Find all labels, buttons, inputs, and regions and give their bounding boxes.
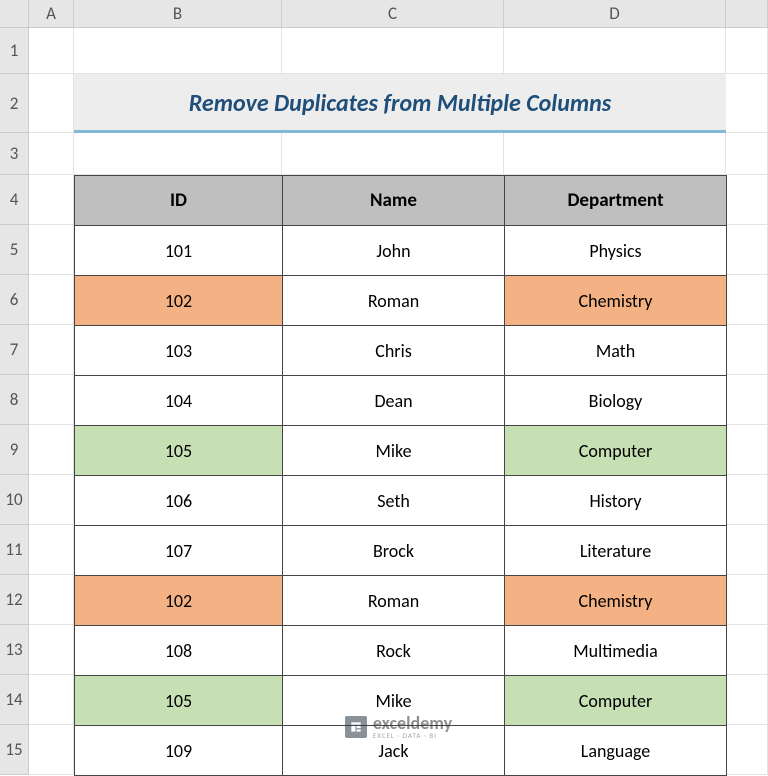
table-row: 103ChrisMath <box>75 326 727 376</box>
row-header[interactable]: 9 <box>0 425 29 475</box>
cell-name[interactable]: Roman <box>283 576 505 626</box>
table-row: 109JackLanguage <box>75 726 727 776</box>
table-header-name: Name <box>283 176 505 226</box>
cell-dept[interactable]: Computer <box>505 676 727 726</box>
row-header[interactable]: 14 <box>0 675 29 725</box>
table-row: 106SethHistory <box>75 476 727 526</box>
column-header[interactable]: B <box>74 0 282 28</box>
cell-name[interactable]: Mike <box>283 426 505 476</box>
cell-id[interactable]: 101 <box>75 226 283 276</box>
row-header[interactable]: 8 <box>0 375 29 425</box>
column-headers: ABCD <box>29 0 768 28</box>
row-header[interactable]: 12 <box>0 575 29 625</box>
cell-dept[interactable]: Literature <box>505 526 727 576</box>
row-header[interactable]: 3 <box>0 133 29 175</box>
row-header[interactable]: 5 <box>0 225 29 275</box>
cell-dept[interactable]: Chemistry <box>505 576 727 626</box>
data-table: IDNameDepartment101JohnPhysics102RomanCh… <box>74 175 727 776</box>
row-header[interactable]: 2 <box>0 74 29 133</box>
column-header[interactable]: C <box>282 0 504 28</box>
cell-dept[interactable]: Language <box>505 726 727 776</box>
page-title: Remove Duplicates from Multiple Columns <box>74 74 726 133</box>
cell-name[interactable]: John <box>283 226 505 276</box>
cell-dept[interactable]: Multimedia <box>505 626 727 676</box>
row-header[interactable]: 13 <box>0 625 29 675</box>
row-header[interactable]: 4 <box>0 175 29 225</box>
cell-id[interactable]: 105 <box>75 676 283 726</box>
table-row: 105MikeComputer <box>75 426 727 476</box>
table-row: 101JohnPhysics <box>75 226 727 276</box>
column-header[interactable]: D <box>504 0 726 28</box>
cell-dept[interactable]: Chemistry <box>505 276 727 326</box>
row-header[interactable]: 11 <box>0 525 29 575</box>
table-row: 102RomanChemistry <box>75 276 727 326</box>
cell-dept[interactable]: Biology <box>505 376 727 426</box>
cell-name[interactable]: Mike <box>283 676 505 726</box>
cell-id[interactable]: 105 <box>75 426 283 476</box>
table-row: 108RockMultimedia <box>75 626 727 676</box>
cell-id[interactable]: 107 <box>75 526 283 576</box>
cell-dept[interactable]: History <box>505 476 727 526</box>
row-header[interactable]: 15 <box>0 725 29 775</box>
select-all-corner[interactable] <box>0 0 29 28</box>
row-header[interactable]: 10 <box>0 475 29 525</box>
cell-id[interactable]: 108 <box>75 626 283 676</box>
cell-id[interactable]: 104 <box>75 376 283 426</box>
cell-name[interactable]: Seth <box>283 476 505 526</box>
cell-id[interactable]: 103 <box>75 326 283 376</box>
table-row: 107BrockLiterature <box>75 526 727 576</box>
cell-name[interactable]: Rock <box>283 626 505 676</box>
column-header[interactable] <box>726 0 768 28</box>
cell-dept[interactable]: Physics <box>505 226 727 276</box>
table-header-dept: Department <box>505 176 727 226</box>
table-row: 104DeanBiology <box>75 376 727 426</box>
row-header[interactable]: 1 <box>0 28 29 74</box>
table-row: 105MikeComputer <box>75 676 727 726</box>
cell-id[interactable]: 109 <box>75 726 283 776</box>
table-header-id: ID <box>75 176 283 226</box>
page-title-text: Remove Duplicates from Multiple Columns <box>189 89 612 118</box>
cell-name[interactable]: Chris <box>283 326 505 376</box>
row-header[interactable]: 7 <box>0 325 29 375</box>
row-header[interactable]: 6 <box>0 275 29 325</box>
cell-id[interactable]: 102 <box>75 576 283 626</box>
cell-name[interactable]: Roman <box>283 276 505 326</box>
cell-name[interactable]: Jack <box>283 726 505 776</box>
column-header[interactable]: A <box>29 0 74 28</box>
cell-id[interactable]: 102 <box>75 276 283 326</box>
cell-id[interactable]: 106 <box>75 476 283 526</box>
cell-name[interactable]: Dean <box>283 376 505 426</box>
row-headers: 123456789101112131415 <box>0 28 29 775</box>
cell-name[interactable]: Brock <box>283 526 505 576</box>
table-row: 102RomanChemistry <box>75 576 727 626</box>
cell-dept[interactable]: Computer <box>505 426 727 476</box>
worksheet-area[interactable]: Remove Duplicates from Multiple Columns … <box>29 28 768 775</box>
cell-dept[interactable]: Math <box>505 326 727 376</box>
